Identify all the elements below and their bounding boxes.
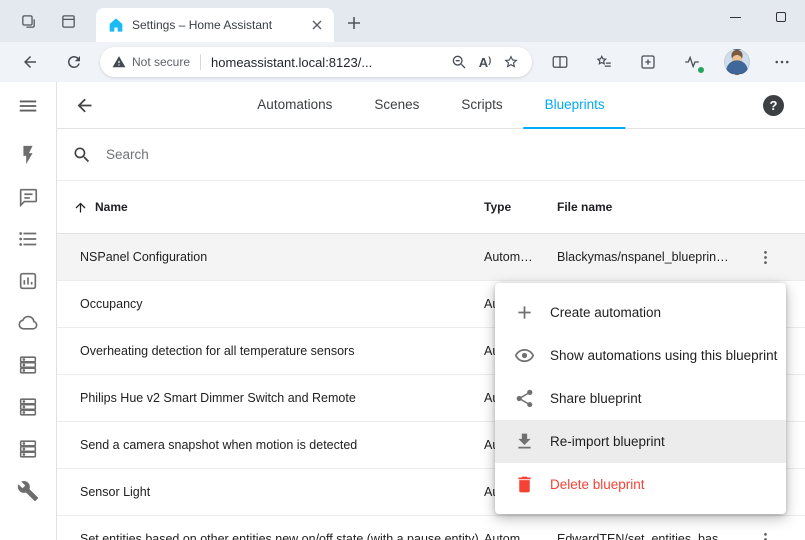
row-name: Sensor Light: [57, 485, 484, 499]
favorite-star-icon[interactable]: [498, 49, 524, 75]
browser-window: Settings – Home Assistant Not secure hom…: [0, 0, 805, 540]
url-text[interactable]: homeassistant.local:8123/...: [211, 55, 446, 70]
tab-title: Settings – Home Assistant: [132, 18, 308, 32]
column-header-file[interactable]: File name: [557, 200, 743, 214]
help-icon[interactable]: ?: [763, 95, 784, 116]
collections-icon[interactable]: [632, 46, 664, 78]
energy-icon[interactable]: [8, 138, 48, 171]
home-assistant-favicon: [108, 17, 124, 33]
search-icon: [72, 145, 92, 165]
maximize-icon: [776, 12, 786, 22]
row-overflow-menu-icon[interactable]: [743, 248, 787, 267]
row-type: Autom…: [484, 250, 557, 264]
tab-close-icon[interactable]: [308, 16, 326, 34]
row-name: Send a camera snapshot when motion is de…: [57, 438, 484, 452]
plus-icon: [514, 302, 535, 323]
blueprint-context-menu: Create automation Show automations using…: [495, 283, 786, 514]
address-divider: [200, 54, 201, 70]
tab-scripts[interactable]: Scripts: [440, 82, 523, 129]
hub-icon[interactable]: [8, 348, 48, 381]
eye-icon: [514, 345, 535, 366]
minimize-button[interactable]: [712, 0, 758, 34]
menu-item-create-automation[interactable]: Create automation: [495, 291, 786, 334]
media-icon[interactable]: [8, 180, 48, 213]
browser-titlebar: Settings – Home Assistant: [0, 0, 805, 42]
home-assistant-app: Automations Scenes Scripts Blueprints ? …: [0, 82, 805, 540]
tools-icon[interactable]: [8, 474, 48, 507]
read-aloud-icon[interactable]: A): [472, 49, 498, 75]
browser-menu-icon[interactable]: [766, 46, 798, 78]
table-row[interactable]: Set entities based on other entities new…: [57, 516, 805, 540]
split-screen-icon[interactable]: [544, 46, 576, 78]
sort-ascending-icon: [73, 200, 88, 215]
row-name: Overheating detection for all temperatur…: [57, 344, 484, 358]
ha-back-icon[interactable]: [70, 91, 98, 119]
browser-tab[interactable]: Settings – Home Assistant: [96, 8, 334, 42]
back-icon[interactable]: [14, 46, 46, 78]
row-name: Philips Hue v2 Smart Dimmer Switch and R…: [57, 391, 484, 405]
menu-icon[interactable]: [0, 82, 56, 129]
table-row[interactable]: NSPanel Configuration Autom… Blackymas/n…: [57, 234, 805, 281]
menu-item-share-blueprint[interactable]: Share blueprint: [495, 377, 786, 420]
row-name: Set entities based on other entities new…: [57, 532, 484, 540]
table-header: Name Type File name: [57, 181, 805, 234]
row-file: EdwardTEN/set_entities_bas…: [557, 532, 743, 540]
row-name: Occupancy: [57, 297, 484, 311]
cloud-icon[interactable]: [8, 306, 48, 339]
menu-item-show-automations[interactable]: Show automations using this blueprint: [495, 334, 786, 377]
workspaces-icon[interactable]: [16, 9, 40, 33]
row-name: NSPanel Configuration: [57, 250, 484, 264]
trash-icon: [514, 474, 535, 495]
row-overflow-menu-icon[interactable]: [743, 530, 787, 540]
zoom-icon[interactable]: [446, 49, 472, 75]
logbook-icon[interactable]: [8, 222, 48, 255]
row-file: Blackymas/nspanel_blueprin…: [557, 250, 743, 264]
minimize-icon: [730, 17, 741, 18]
column-header-name[interactable]: Name: [57, 200, 484, 215]
row-type: Autom…: [484, 532, 557, 540]
ha-tab-bar: Automations Scenes Scripts Blueprints: [236, 82, 625, 129]
ha-sidebar: [0, 82, 57, 540]
not-secure-warning-icon: [112, 55, 126, 69]
tab-actions-icon[interactable]: [56, 9, 80, 33]
refresh-icon[interactable]: [58, 46, 90, 78]
tab-blueprints[interactable]: Blueprints: [524, 82, 626, 129]
menu-item-delete-blueprint[interactable]: Delete blueprint: [495, 463, 786, 506]
column-header-type[interactable]: Type: [484, 200, 557, 214]
maximize-button[interactable]: [758, 0, 804, 34]
essentials-status-dot: [697, 66, 705, 74]
profile-avatar[interactable]: [724, 49, 750, 75]
download-icon: [514, 431, 535, 452]
new-tab-button[interactable]: [342, 11, 366, 35]
tab-scenes[interactable]: Scenes: [353, 82, 440, 129]
history-icon[interactable]: [8, 264, 48, 297]
browser-essentials-icon[interactable]: [676, 46, 708, 78]
search-bar: [57, 129, 805, 181]
menu-item-reimport-blueprint[interactable]: Re-import blueprint: [495, 420, 786, 463]
hub-icon[interactable]: [8, 432, 48, 465]
ha-header: Automations Scenes Scripts Blueprints ?: [57, 82, 805, 129]
browser-navbar: Not secure homeassistant.local:8123/... …: [0, 42, 805, 82]
search-input[interactable]: [104, 146, 805, 163]
security-label: Not secure: [132, 55, 190, 69]
share-icon: [514, 388, 535, 409]
tab-automations[interactable]: Automations: [236, 82, 353, 129]
favorites-icon[interactable]: [588, 46, 620, 78]
address-bar[interactable]: Not secure homeassistant.local:8123/... …: [100, 47, 532, 77]
hub-icon[interactable]: [8, 390, 48, 423]
